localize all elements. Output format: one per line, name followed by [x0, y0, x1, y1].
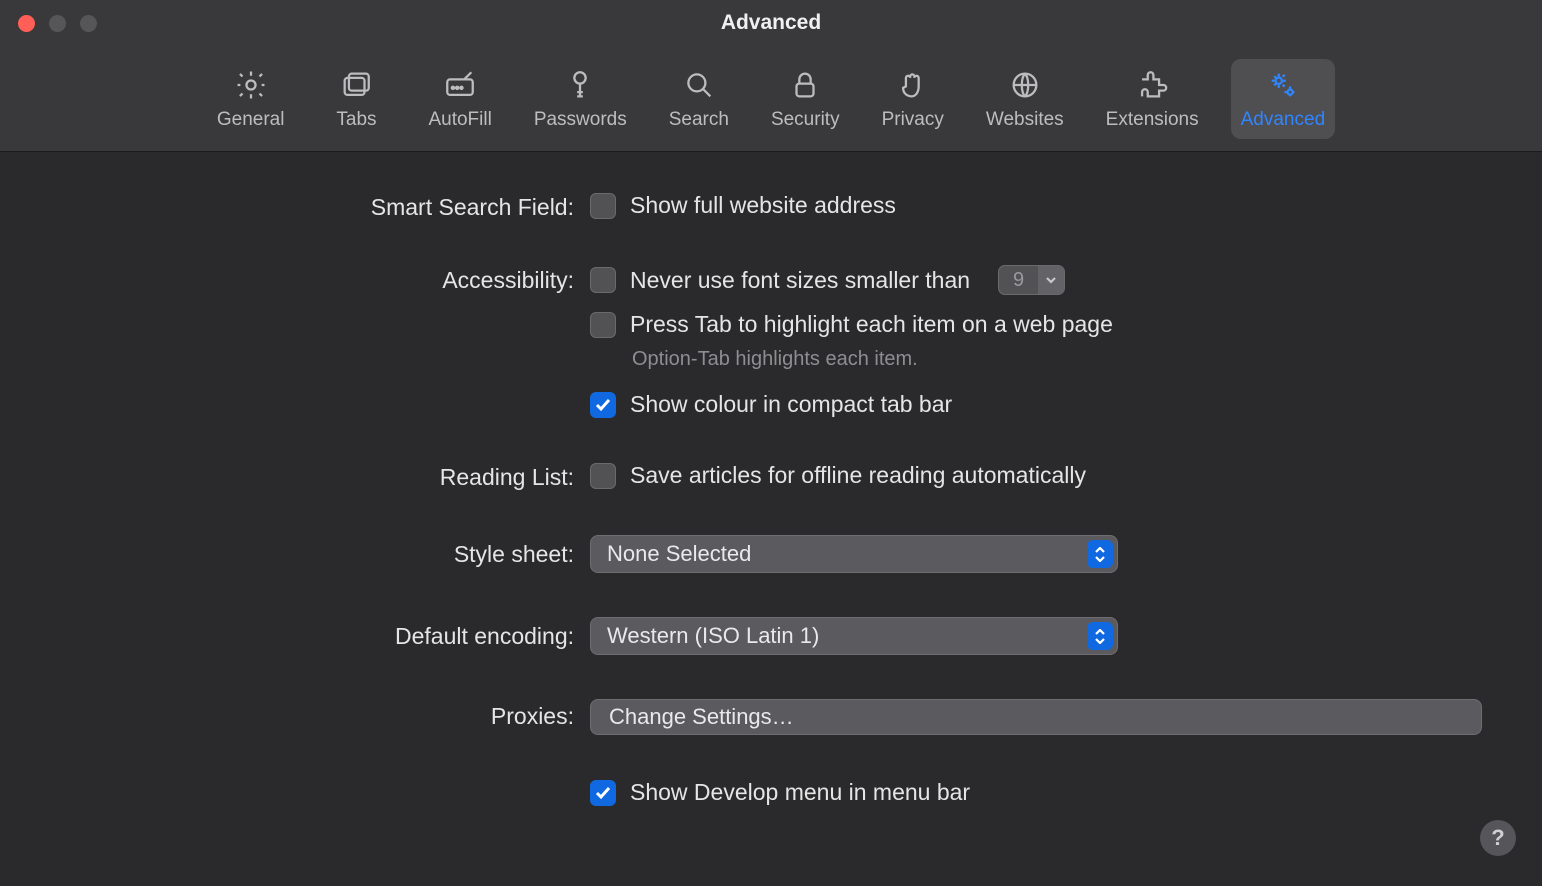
puzzle-icon	[1134, 67, 1170, 103]
tab-label: Websites	[986, 109, 1064, 131]
key-icon	[562, 67, 598, 103]
tab-passwords[interactable]: Passwords	[524, 59, 637, 139]
tab-label: AutoFill	[428, 109, 491, 131]
lock-icon	[787, 67, 823, 103]
show-develop-checkbox[interactable]	[590, 780, 616, 806]
default-encoding-select[interactable]: Western (ISO Latin 1)	[590, 617, 1118, 655]
default-encoding-value: Western (ISO Latin 1)	[607, 623, 819, 649]
tab-security[interactable]: Security	[761, 59, 850, 139]
min-font-stepper[interactable]: 9	[998, 265, 1065, 295]
reading-list-label: Reading List:	[60, 462, 590, 491]
accessibility-label: Accessibility:	[60, 265, 590, 294]
updown-chevron-icon	[1087, 540, 1113, 568]
tab-general[interactable]: General	[207, 59, 295, 139]
tab-label: Tabs	[336, 109, 376, 131]
show-full-address-checkbox[interactable]	[590, 193, 616, 219]
style-sheet-select[interactable]: None Selected	[590, 535, 1118, 573]
tab-label: Advanced	[1241, 109, 1326, 131]
show-develop-label: Show Develop menu in menu bar	[630, 779, 970, 806]
tab-highlight-hint: Option-Tab highlights each item.	[590, 348, 1482, 371]
tabs-icon	[338, 67, 374, 103]
tab-privacy[interactable]: Privacy	[872, 59, 954, 139]
tab-extensions[interactable]: Extensions	[1096, 59, 1209, 139]
min-font-label: Never use font sizes smaller than	[630, 267, 970, 294]
gear-icon	[233, 67, 269, 103]
updown-chevron-icon	[1087, 622, 1113, 650]
gears-icon	[1265, 67, 1301, 103]
tab-label: Search	[669, 109, 729, 131]
preferences-toolbar: General Tabs AutoFill Passwords Search	[0, 46, 1542, 152]
tab-label: Passwords	[534, 109, 627, 131]
save-offline-checkbox[interactable]	[590, 463, 616, 489]
style-sheet-label: Style sheet:	[60, 535, 590, 568]
tab-tabs[interactable]: Tabs	[316, 59, 396, 139]
search-icon	[681, 67, 717, 103]
autofill-icon	[442, 67, 478, 103]
tab-websites[interactable]: Websites	[976, 59, 1074, 139]
globe-icon	[1007, 67, 1043, 103]
min-font-value: 9	[999, 269, 1038, 292]
tab-label: Security	[771, 109, 840, 131]
tab-label: Privacy	[882, 109, 944, 131]
save-offline-label: Save articles for offline reading automa…	[630, 462, 1086, 489]
proxies-label: Proxies:	[60, 699, 590, 730]
tab-autofill[interactable]: AutoFill	[418, 59, 501, 139]
chevron-down-icon[interactable]	[1038, 266, 1064, 294]
change-settings-button[interactable]: Change Settings…	[590, 699, 1482, 735]
min-font-checkbox[interactable]	[590, 267, 616, 293]
change-settings-label: Change Settings…	[609, 704, 794, 730]
tab-label: General	[217, 109, 285, 131]
help-glyph: ?	[1491, 825, 1504, 851]
style-sheet-value: None Selected	[607, 541, 751, 567]
window-title: Advanced	[0, 11, 1542, 35]
tab-advanced[interactable]: Advanced	[1231, 59, 1336, 139]
show-full-address-label: Show full website address	[630, 192, 896, 219]
hand-icon	[895, 67, 931, 103]
tab-highlight-label: Press Tab to highlight each item on a we…	[630, 311, 1113, 338]
tab-highlight-checkbox[interactable]	[590, 312, 616, 338]
help-button[interactable]: ?	[1480, 820, 1516, 856]
smart-search-label: Smart Search Field:	[60, 192, 590, 221]
compact-color-checkbox[interactable]	[590, 392, 616, 418]
default-encoding-label: Default encoding:	[60, 617, 590, 650]
tab-label: Extensions	[1106, 109, 1199, 131]
tab-search[interactable]: Search	[659, 59, 739, 139]
compact-color-label: Show colour in compact tab bar	[630, 391, 952, 418]
